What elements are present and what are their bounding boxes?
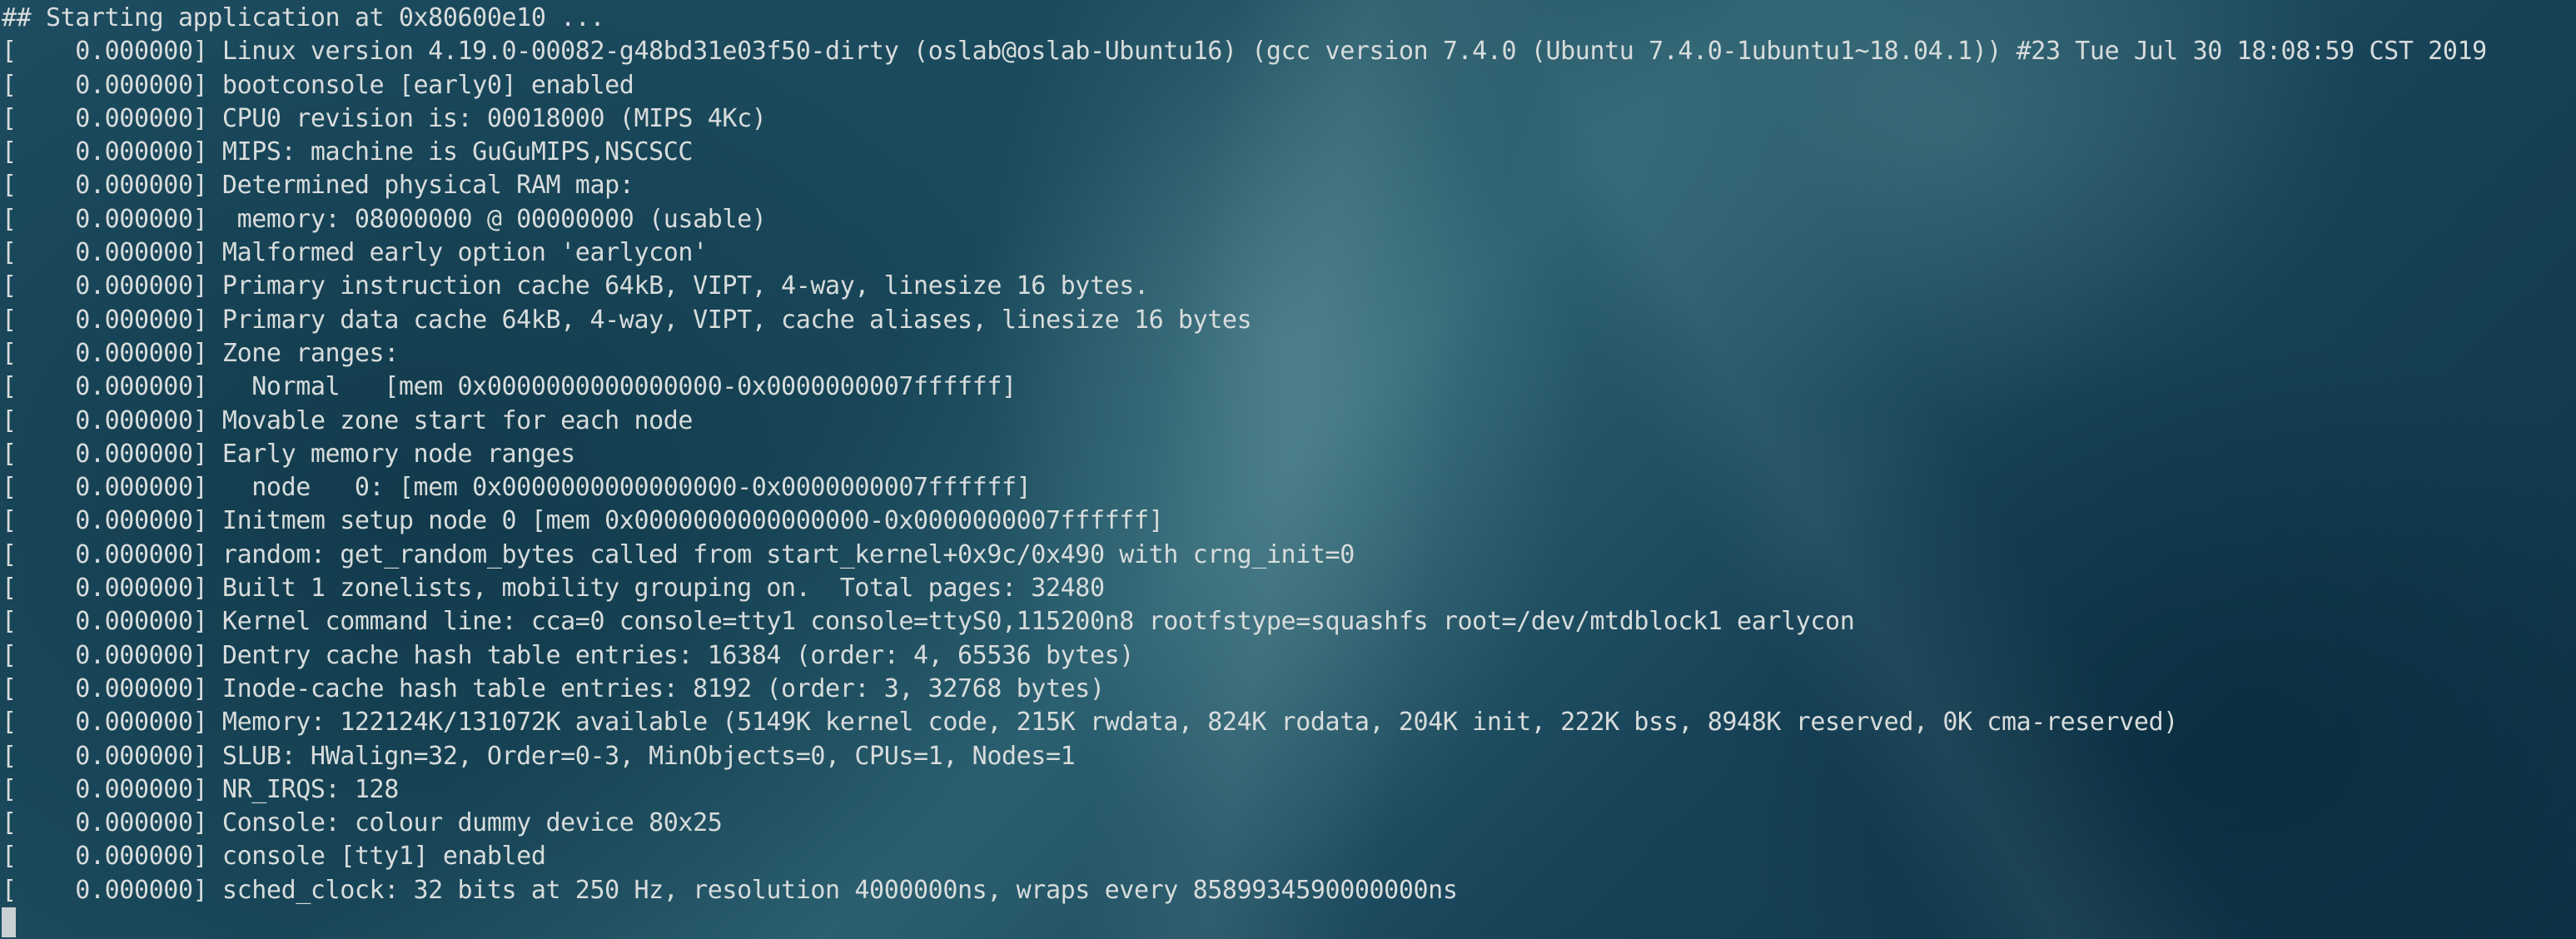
terminal-prompt-line[interactable] — [2, 907, 2576, 939]
terminal-line: [ 0.000000] Determined physical RAM map: — [2, 171, 634, 201]
terminal-line: [ 0.000000] bootconsole [early0] enabled — [2, 70, 634, 100]
terminal-line: [ 0.000000] MIPS: machine is GuGuMIPS,NS… — [2, 137, 694, 167]
terminal-line: [ 0.000000] Zone ranges: — [2, 338, 399, 368]
terminal-line: [ 0.000000] Built 1 zonelists, mobility … — [2, 574, 1105, 604]
terminal-line: [ 0.000000] Memory: 122124K/131072K avai… — [2, 708, 2178, 738]
terminal-line: [ 0.000000] Early memory node ranges — [2, 439, 575, 469]
terminal-line: [ 0.000000] Inode-cache hash table entri… — [2, 673, 1105, 703]
text-cursor — [2, 907, 16, 938]
terminal-line: [ 0.000000] Movable zone start for each … — [2, 405, 694, 435]
terminal-line: [ 0.000000] memory: 08000000 @ 00000000 … — [2, 204, 767, 234]
terminal-line: [ 0.000000] SLUB: HWalign=32, Order=0-3,… — [2, 741, 1076, 771]
terminal-line: [ 0.000000] Linux version 4.19.0-00082-g… — [2, 37, 2487, 67]
terminal-line: [ 0.000000] console [tty1] enabled — [2, 842, 546, 872]
terminal-line: [ 0.000000] Normal [mem 0x00000000000000… — [2, 372, 1017, 402]
terminal-line: [ 0.000000] NR_IRQS: 128 — [2, 774, 399, 804]
terminal-line: [ 0.000000] node 0: [mem 0x0000000000000… — [2, 473, 1032, 503]
terminal-line: [ 0.000000] Dentry cache hash table entr… — [2, 640, 1134, 670]
terminal-line: [ 0.000000] Initmem setup node 0 [mem 0x… — [2, 506, 1164, 536]
terminal-line: [ 0.000000] Primary data cache 64kB, 4-w… — [2, 305, 1252, 335]
terminal-line: ## Starting application at 0x80600e10 ..… — [2, 3, 605, 32]
terminal-line: [ 0.000000] Kernel command line: cca=0 c… — [2, 607, 1855, 637]
terminal-line: [ 0.000000] random: get_random_bytes cal… — [2, 539, 1355, 569]
terminal-line: [ 0.000000] Console: colour dummy device… — [2, 808, 723, 838]
terminal-line: [ 0.000000] CPU0 revision is: 00018000 (… — [2, 103, 767, 133]
terminal-line: [ 0.000000] sched_clock: 32 bits at 250 … — [2, 875, 1458, 905]
terminal-line: [ 0.000000] Primary instruction cache 64… — [2, 271, 1149, 301]
terminal-output[interactable]: ## Starting application at 0x80600e10 ..… — [0, 0, 2576, 939]
terminal-line: [ 0.000000] Malformed early option 'earl… — [2, 238, 708, 268]
